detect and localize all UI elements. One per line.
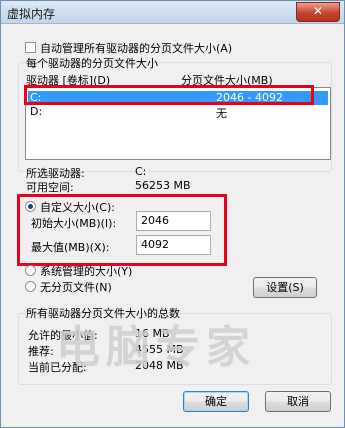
initial-size-value: 2046 (141, 214, 169, 227)
initial-size-input[interactable]: 2046 (136, 211, 211, 231)
per-drive-legend: 每个驱动器的分页文件大小 (26, 57, 158, 70)
initial-size-label: 初始大小(MB)(I): (31, 217, 117, 230)
virtual-memory-dialog: 虚拟内存 ✕ 自动管理所有驱动器的分页文件大小(A) 每个驱动器的分页文件大小 … (0, 0, 345, 428)
auto-manage-label[interactable]: 自动管理所有驱动器的分页文件大小(A) (40, 40, 232, 56)
max-size-value: 4092 (141, 238, 169, 251)
ok-button[interactable]: 确定 (183, 391, 249, 412)
selected-drive-value: C: (135, 165, 147, 178)
window-title: 虚拟内存 (7, 7, 56, 21)
set-button[interactable]: 设置(S) (253, 277, 317, 298)
drive-name: D: (30, 105, 43, 118)
no-paging-label[interactable]: 无分页文件(N) (40, 279, 112, 295)
max-size-input[interactable]: 4092 (136, 235, 211, 255)
cancel-button[interactable]: 取消 (265, 391, 331, 412)
close-icon: ✕ (312, 4, 324, 18)
system-managed-label[interactable]: 系统管理的大小(Y) (40, 263, 132, 279)
title-bar: 虚拟内存 ✕ (1, 1, 344, 24)
free-space-label: 可用空间: (26, 181, 74, 194)
system-managed-radio[interactable] (25, 265, 36, 276)
recommended-label: 推荐: (28, 345, 54, 358)
free-space-value: 56253 MB (135, 179, 191, 192)
custom-size-radio[interactable] (25, 201, 36, 212)
drive-size: 无 (216, 107, 227, 120)
highlight-box-drive-row (24, 85, 314, 105)
close-button[interactable]: ✕ (296, 2, 340, 22)
max-size-label: 最大值(MB)(X): (31, 241, 110, 254)
custom-size-label[interactable]: 自定义大小(C): (40, 199, 115, 215)
no-paging-radio[interactable] (25, 281, 36, 292)
drive-row-d[interactable]: D: 无 (28, 105, 328, 120)
watermark-text: 电脑专家 (56, 322, 256, 373)
auto-manage-checkbox[interactable] (25, 42, 36, 53)
